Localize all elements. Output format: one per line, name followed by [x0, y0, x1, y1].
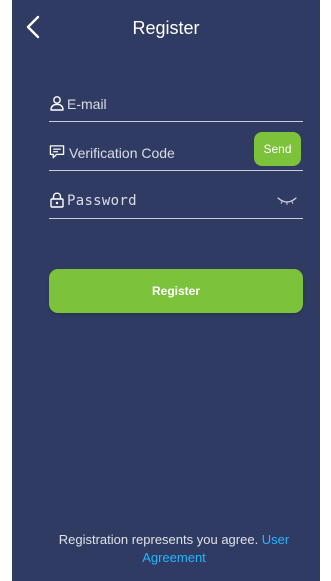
agreement-notice: Registration represents you agree. User …: [40, 531, 308, 567]
message-icon: [49, 145, 65, 159]
header-bar: Register: [12, 0, 320, 56]
register-screen: Register Send: [12, 0, 320, 581]
password-visibility-toggle[interactable]: [277, 194, 297, 206]
password-input[interactable]: [67, 188, 267, 214]
page-title: Register: [132, 18, 200, 38]
email-field: [49, 87, 303, 122]
verification-code-field: Send: [49, 132, 303, 171]
password-field: [49, 184, 303, 219]
agreement-text: Registration represents you agree.: [58, 532, 262, 547]
email-input[interactable]: [67, 91, 297, 117]
verification-code-input[interactable]: [69, 140, 249, 166]
lock-icon: [50, 192, 64, 208]
register-button[interactable]: Register: [49, 269, 303, 313]
user-icon: [50, 96, 64, 111]
eye-closed-icon: [277, 197, 297, 205]
send-code-button[interactable]: Send: [254, 132, 301, 166]
